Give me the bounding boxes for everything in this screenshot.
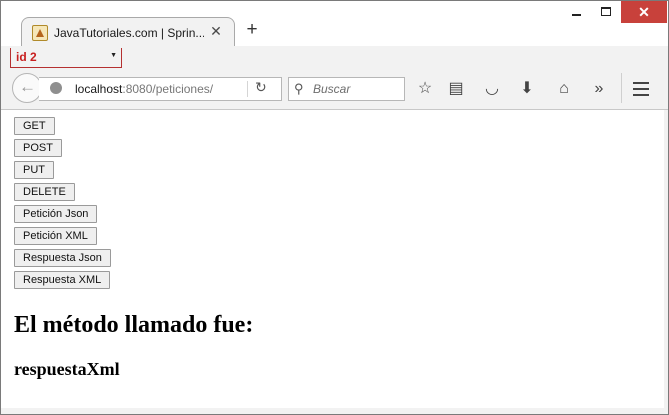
page-heading: El método llamado fue: <box>14 312 254 338</box>
maximize-icon <box>601 7 611 16</box>
reload-icon[interactable]: ↻ <box>255 79 267 96</box>
request-button-put[interactable]: PUT <box>14 161 54 179</box>
dropdown-arrow-icon: ▼ <box>110 52 117 59</box>
tab-group-label: id 2 <box>16 50 37 64</box>
back-button[interactable]: ← <box>12 73 42 103</box>
tab-group-select[interactable]: id 2 ▼ <box>10 48 122 68</box>
toolbar-divider <box>621 73 622 103</box>
favicon-icon <box>32 25 48 41</box>
home-icon[interactable]: ⌂ <box>554 79 574 99</box>
url-path: :8080/peticiones/ <box>122 82 214 96</box>
request-button-respuesta-xml[interactable]: Respuesta XML <box>14 271 111 289</box>
page-content: GET POST PUT DELETE Petición Json Petición XM… <box>1 110 668 412</box>
globe-icon <box>50 82 62 94</box>
overflow-icon[interactable]: » <box>589 79 609 99</box>
minimize-icon <box>572 14 581 16</box>
search-placeholder: Buscar <box>313 82 351 96</box>
navigation-bar: ← localhost:8080/peticiones/ ↻ ⚲ Buscar … <box>1 68 668 110</box>
hamburger-menu-icon[interactable] <box>633 82 649 100</box>
request-button-post[interactable]: POST <box>14 139 62 157</box>
request-button-list: GET POST PUT DELETE Petición Json Petición XM… <box>14 117 111 293</box>
request-button-get[interactable]: GET <box>14 117 55 135</box>
tab-title: JavaTutoriales.com | Sprin... <box>54 26 204 40</box>
close-tab-icon[interactable]: ✕ <box>208 23 224 39</box>
back-arrow-icon: ← <box>19 77 36 96</box>
request-button-delete[interactable]: DELETE <box>14 183 75 201</box>
tab-group-bar: id 2 ▼ <box>1 46 668 69</box>
active-tab[interactable]: JavaTutoriales.com | Sprin... ✕ <box>21 17 235 47</box>
result-text: respuestaXml <box>14 359 120 379</box>
url-divider <box>247 81 248 97</box>
download-icon[interactable]: ⬇ <box>517 79 537 99</box>
close-window-icon: ✕ <box>638 4 650 20</box>
request-button-petici-n-xml[interactable]: Petición XML <box>14 227 97 245</box>
request-button-petici-n-json[interactable]: Petición Json <box>14 205 98 223</box>
pocket-icon[interactable]: ◡ <box>482 79 502 99</box>
search-icon: ⚲ <box>294 81 304 96</box>
title-bar: JavaTutoriales.com | Sprin... ✕ + ✕ <box>1 1 668 47</box>
reading-list-icon[interactable]: ▤ <box>446 79 466 99</box>
url-host: localhost <box>75 82 123 96</box>
url-text[interactable]: localhost:8080/peticiones/ <box>75 82 213 96</box>
minimize-button[interactable] <box>563 1 589 23</box>
bookmark-star-icon[interactable]: ☆ <box>415 79 435 99</box>
search-bar[interactable]: ⚲ Buscar <box>288 77 405 101</box>
request-button-respuesta-json[interactable]: Respuesta Json <box>14 249 111 267</box>
url-bar[interactable]: localhost:8080/peticiones/ ↻ <box>39 77 282 101</box>
browser-window: JavaTutoriales.com | Sprin... ✕ + ✕ id 2… <box>0 0 669 415</box>
maximize-button[interactable] <box>593 1 619 23</box>
new-tab-button[interactable]: + <box>243 20 261 39</box>
close-window-button[interactable]: ✕ <box>621 1 667 23</box>
